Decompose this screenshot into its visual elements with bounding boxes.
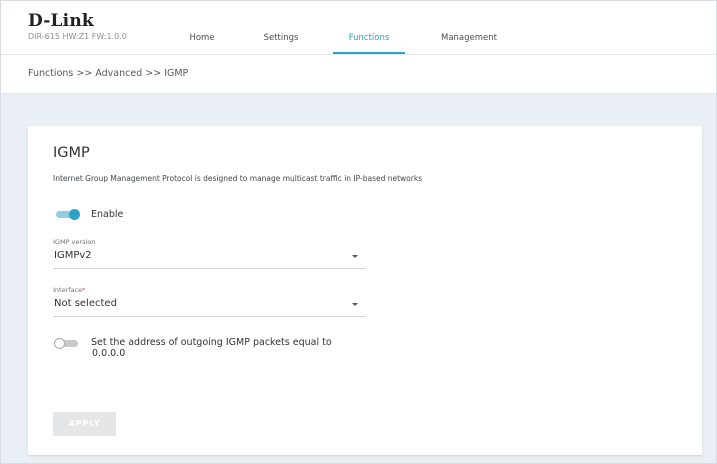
igmp-card: IGMP Internet Group Management Protocol …	[28, 126, 702, 455]
igmp-version-label: IGMP version	[53, 238, 96, 246]
logo-text: D-Link	[28, 11, 94, 31]
nav-management-label: Management	[441, 33, 497, 43]
chevron-down-icon	[352, 303, 358, 306]
nav-active-indicator	[333, 52, 405, 54]
interface-field: Interface* Not selected	[53, 286, 366, 317]
interface-select[interactable]: Not selected	[53, 294, 366, 317]
enable-toggle[interactable]	[54, 209, 80, 220]
enable-label: Enable	[91, 209, 124, 220]
igmp-version-field: IGMP version IGMPv2	[53, 238, 366, 269]
nav-settings[interactable]: Settings	[251, 1, 311, 53]
dlink-logo[interactable]: D-Link DIR-615 HW:Z1 FW:1.0.0	[28, 11, 127, 42]
interface-label-text: Interface	[53, 286, 83, 294]
outgoing-address-label: Set the address of outgoing IGMP packets…	[91, 337, 332, 359]
required-asterisk: *	[82, 286, 86, 294]
breadcrumb-bar: Functions >> Advanced >> IGMP	[1, 55, 716, 94]
nav-functions[interactable]: Functions	[333, 1, 405, 54]
outgoing-address-toggle[interactable]	[54, 338, 80, 349]
breadcrumb: Functions >> Advanced >> IGMP	[28, 68, 189, 79]
outgoing-address-label-line2: 0.0.0.0	[92, 348, 126, 359]
outgoing-address-toggle-knob	[54, 338, 65, 349]
nav-settings-label: Settings	[263, 33, 299, 43]
interface-value: Not selected	[54, 298, 117, 309]
app-frame: D-Link DIR-615 HW:Z1 FW:1.0.0 Home Setti…	[0, 0, 717, 464]
enable-toggle-knob	[69, 209, 80, 220]
interface-label: Interface*	[53, 286, 366, 294]
igmp-version-select[interactable]: IGMPv2	[53, 246, 366, 269]
nav-management[interactable]: Management	[429, 1, 509, 53]
outgoing-address-label-line1: Set the address of outgoing IGMP packets…	[91, 337, 332, 348]
igmp-version-value: IGMPv2	[54, 250, 92, 261]
model-info: DIR-615 HW:Z1 FW:1.0.0	[28, 32, 127, 41]
nav-home-label: Home	[189, 33, 215, 43]
page-description: Internet Group Management Protocol is de…	[53, 174, 423, 183]
top-bar: D-Link DIR-615 HW:Z1 FW:1.0.0 Home Setti…	[1, 1, 716, 55]
nav-home[interactable]: Home	[175, 1, 229, 53]
apply-button[interactable]: APPLY	[53, 412, 116, 436]
nav-functions-label: Functions	[348, 33, 390, 43]
page-title: IGMP	[53, 145, 90, 161]
chevron-down-icon	[352, 255, 358, 258]
